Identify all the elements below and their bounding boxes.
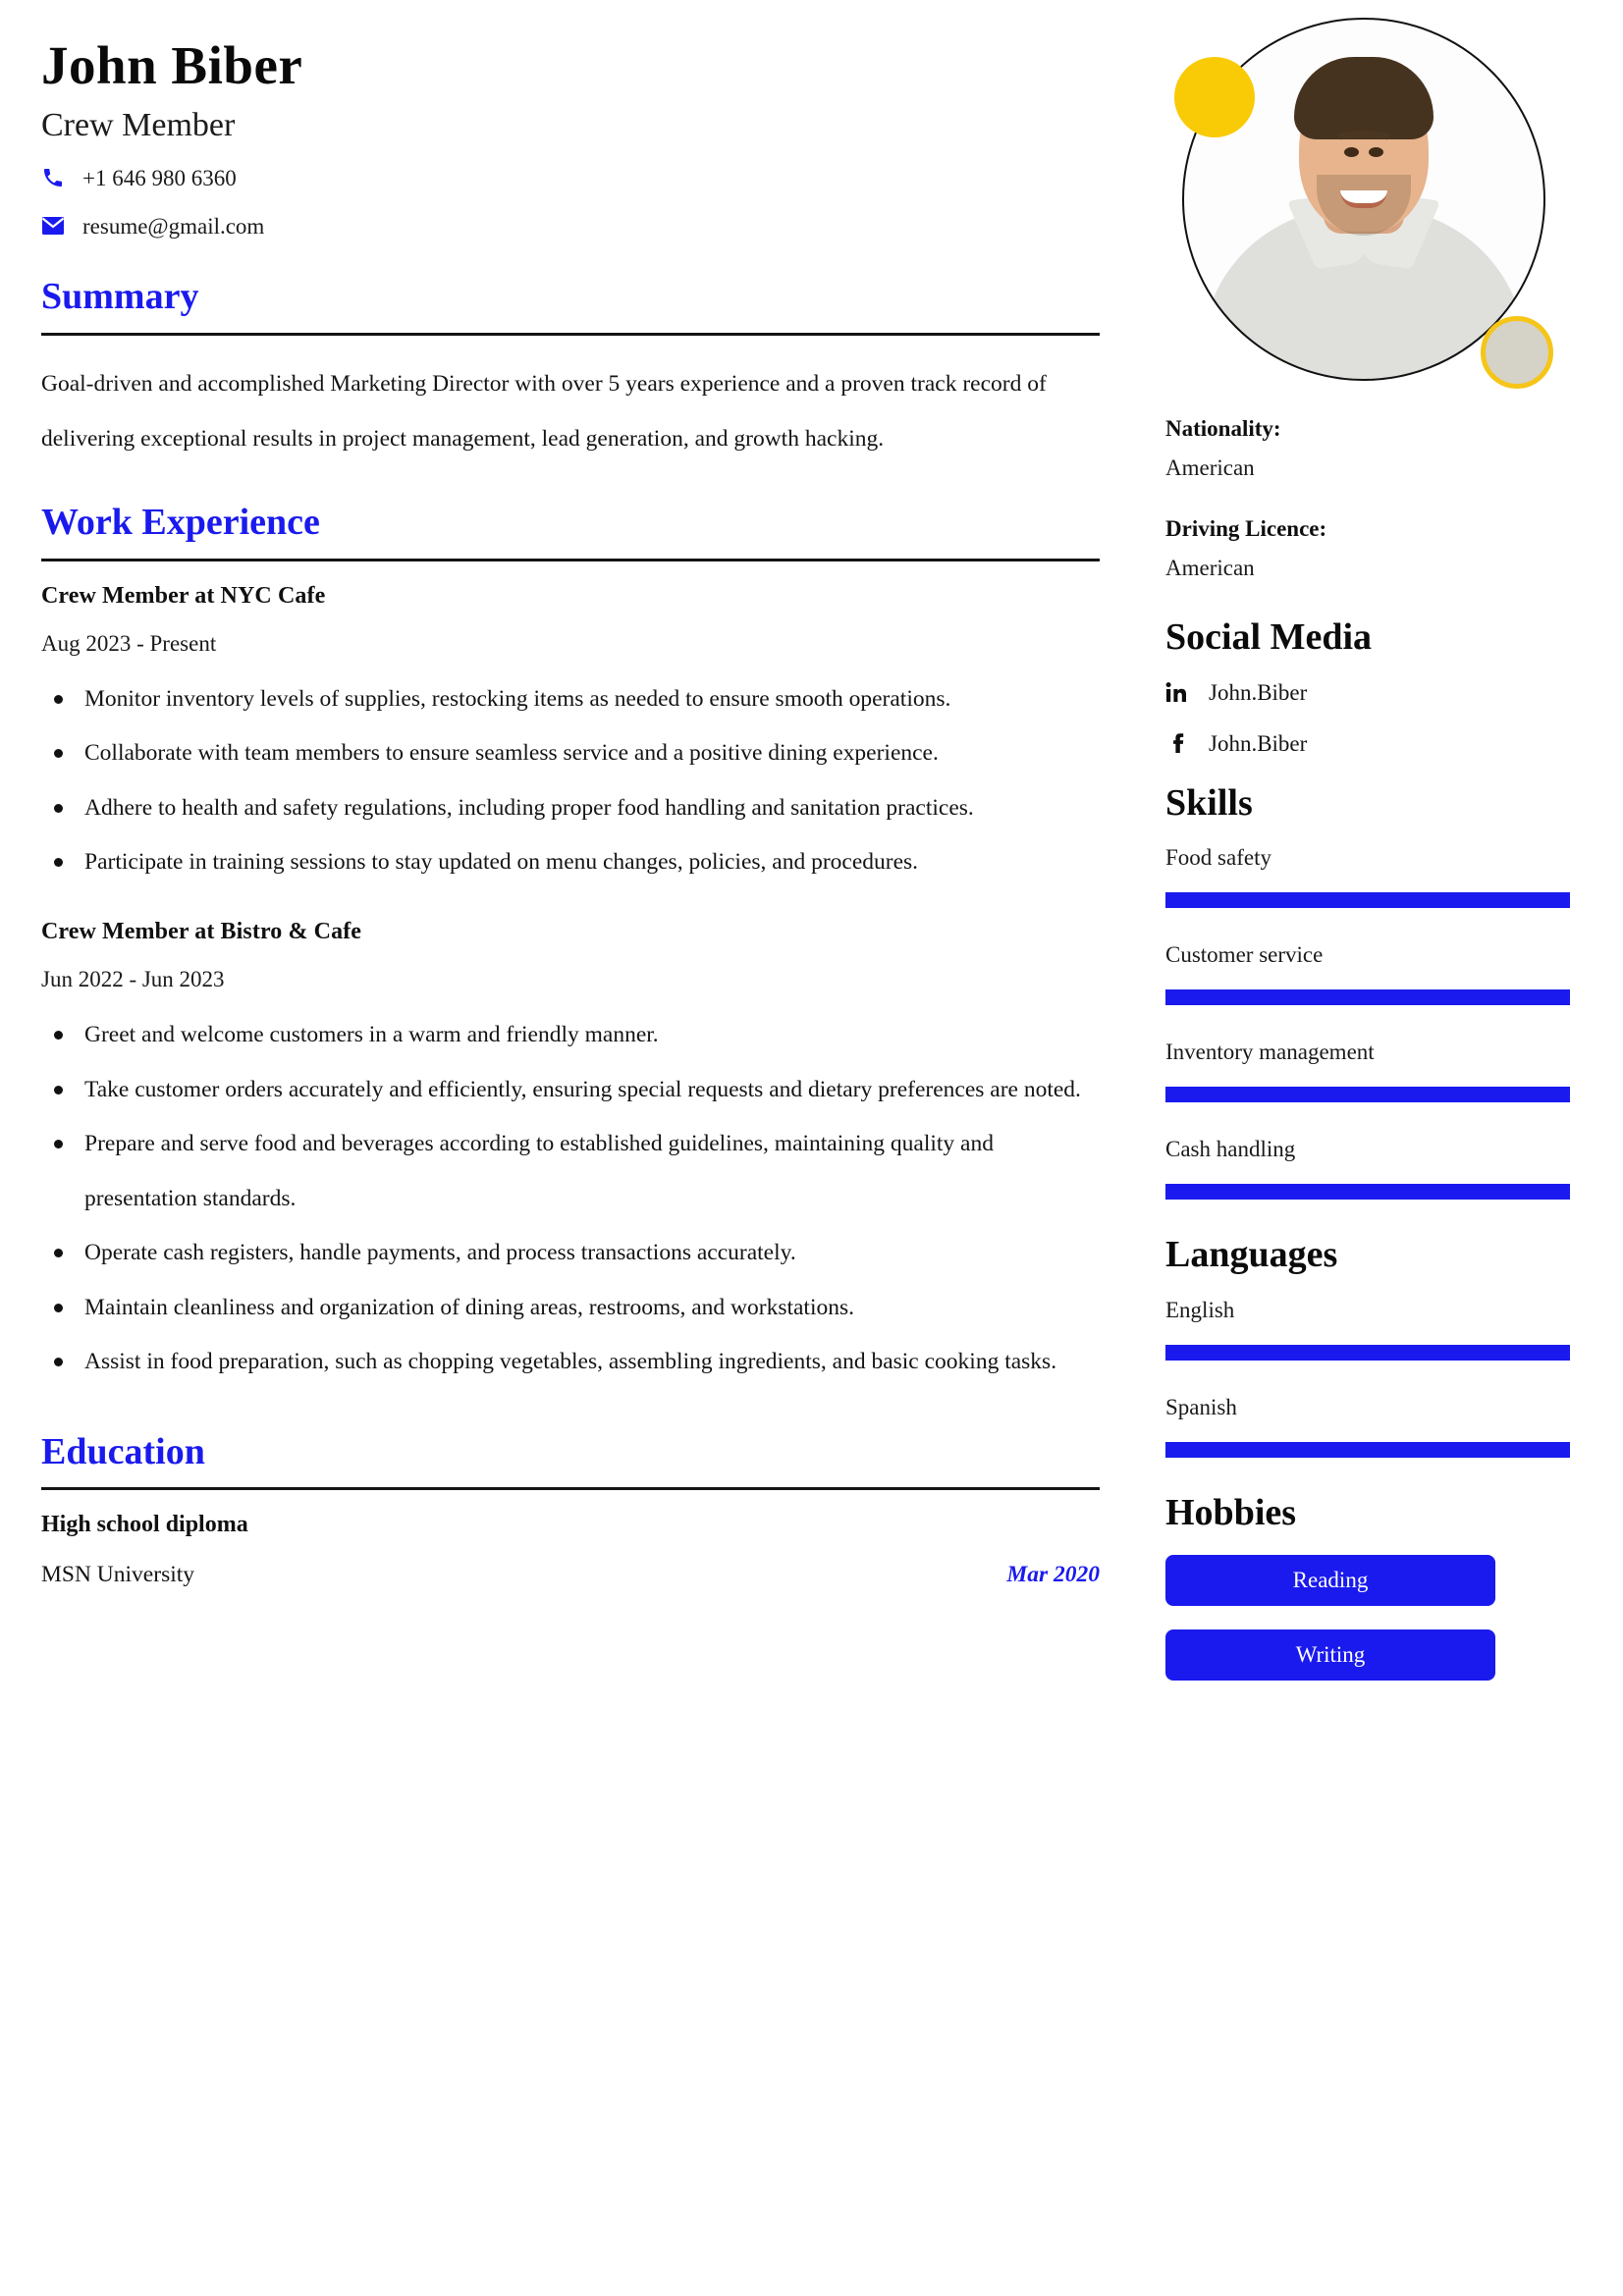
section-social-media: Social Media John.Biber John.Biber xyxy=(1165,616,1574,757)
list-item: Assist in food preparation, such as chop… xyxy=(41,1335,1100,1389)
contact-phone[interactable]: +1 646 980 6360 xyxy=(41,163,1100,192)
language-meter-fill xyxy=(1165,1344,1570,1361)
education-school: MSN University xyxy=(41,1562,195,1588)
language-meter xyxy=(1165,1441,1570,1458)
education-heading: Education xyxy=(41,1430,205,1472)
section-skills: Skills Food safety Customer service Inve… xyxy=(1165,782,1574,1201)
linkedin-handle: John.Biber xyxy=(1209,679,1308,705)
yellow-circle-decoration xyxy=(1174,57,1255,137)
list-item: Adhere to health and safety regulations,… xyxy=(41,781,1100,835)
job-dates-0: Aug 2023 - Present xyxy=(41,630,217,656)
language-meter xyxy=(1165,1344,1570,1361)
contact-email[interactable]: resume@gmail.com xyxy=(41,211,1100,240)
language-meter-fill xyxy=(1165,1441,1570,1458)
language-label: Spanish xyxy=(1165,1394,1237,1419)
skill-meter-fill xyxy=(1165,989,1570,1006)
section-languages: Languages English Spanish xyxy=(1165,1234,1574,1458)
phone-text: +1 646 980 6360 xyxy=(82,165,237,190)
driving-licence-block: Driving Licence: American xyxy=(1165,516,1574,581)
work-experience-heading: Work Experience xyxy=(41,501,320,543)
skill-label: Cash handling xyxy=(1165,1137,1296,1162)
hobby-chip-reading[interactable]: Reading xyxy=(1165,1555,1495,1607)
skill-meter xyxy=(1165,1087,1570,1103)
languages-heading: Languages xyxy=(1165,1234,1338,1276)
skill-meter xyxy=(1165,989,1570,1006)
job-bullets-1: Greet and welcome customers in a warm an… xyxy=(41,1008,1100,1389)
summary-text: Goal-driven and accomplished Marketing D… xyxy=(41,371,1047,452)
skill-meter xyxy=(1165,892,1570,909)
education-row: MSN University Mar 2020 xyxy=(41,1562,1100,1588)
skill-meter-fill xyxy=(1165,892,1570,909)
driving-licence-label: Driving Licence: xyxy=(1165,516,1327,541)
job-bullets-0: Monitor inventory levels of supplies, re… xyxy=(41,672,1100,890)
list-item: Collaborate with team members to ensure … xyxy=(41,726,1100,780)
grey-circle-decoration xyxy=(1481,316,1553,389)
skill-item: Cash handling xyxy=(1165,1137,1574,1201)
facebook-icon xyxy=(1165,732,1195,756)
list-item: Monitor inventory levels of supplies, re… xyxy=(41,672,1100,726)
list-item: Participate in training sessions to stay… xyxy=(41,835,1100,889)
envelope-icon xyxy=(41,216,75,236)
social-item-linkedin[interactable]: John.Biber xyxy=(1165,680,1574,706)
nationality-value: American xyxy=(1165,455,1255,480)
nationality-block: Nationality: American xyxy=(1165,416,1574,481)
sidebar-column: Nationality: American Driving Licence: A… xyxy=(1144,0,1623,2296)
skills-heading: Skills xyxy=(1165,781,1253,824)
list-item: Maintain cleanliness and organization of… xyxy=(41,1281,1100,1335)
skill-meter-fill xyxy=(1165,1087,1570,1103)
email-text: resume@gmail.com xyxy=(82,213,265,239)
job-entry: Crew Member at NYC Cafe Aug 2023 - Prese… xyxy=(41,583,1100,890)
section-education: Education High school diploma MSN Univer… xyxy=(41,1431,1100,1589)
job-entry: Crew Member at Bistro & Cafe Jun 2022 - … xyxy=(41,919,1100,1389)
skill-label: Food safety xyxy=(1165,845,1271,871)
skill-item: Food safety xyxy=(1165,845,1574,909)
language-item: English xyxy=(1165,1298,1574,1361)
hobbies-heading: Hobbies xyxy=(1165,1491,1297,1533)
section-hobbies: Hobbies Reading Writing xyxy=(1165,1492,1574,1682)
section-summary: Summary Goal-driven and accomplished Mar… xyxy=(41,276,1100,466)
section-work-experience: Work Experience Crew Member at NYC Cafe … xyxy=(41,502,1100,1390)
skill-item: Inventory management xyxy=(1165,1040,1574,1103)
list-item: Operate cash registers, handle payments,… xyxy=(41,1226,1100,1280)
avatar xyxy=(1174,18,1575,410)
summary-heading: Summary xyxy=(41,276,199,318)
social-item-facebook[interactable]: John.Biber xyxy=(1165,731,1574,757)
summary-divider xyxy=(41,333,1100,337)
list-item: Take customer orders accurately and effi… xyxy=(41,1063,1100,1117)
skill-meter-fill xyxy=(1165,1184,1570,1201)
education-date: Mar 2020 xyxy=(1006,1562,1100,1588)
facebook-handle: John.Biber xyxy=(1209,730,1308,756)
language-label: English xyxy=(1165,1297,1235,1322)
main-column: John Biber Crew Member +1 646 980 6360 r… xyxy=(0,0,1144,2296)
job-title-1: Crew Member at Bistro & Cafe xyxy=(41,919,362,945)
hobby-chip-writing[interactable]: Writing xyxy=(1165,1629,1495,1682)
driving-licence-value: American xyxy=(1165,556,1255,580)
list-item: Greet and welcome customers in a warm an… xyxy=(41,1008,1100,1062)
skill-label: Inventory management xyxy=(1165,1040,1375,1065)
page-title: John Biber xyxy=(41,35,303,95)
resume-page: John Biber Crew Member +1 646 980 6360 r… xyxy=(0,0,1623,2296)
job-title: Crew Member xyxy=(41,106,236,143)
social-media-heading: Social Media xyxy=(1165,616,1373,658)
education-divider xyxy=(41,1487,1100,1491)
job-dates-1: Jun 2022 - Jun 2023 xyxy=(41,967,225,992)
skill-label: Customer service xyxy=(1165,942,1324,968)
phone-icon xyxy=(41,166,75,189)
language-item: Spanish xyxy=(1165,1395,1574,1458)
skill-meter xyxy=(1165,1184,1570,1201)
job-title-0: Crew Member at NYC Cafe xyxy=(41,582,326,609)
work-experience-divider xyxy=(41,558,1100,561)
list-item: Prepare and serve food and beverages acc… xyxy=(41,1117,1100,1226)
education-degree: High school diploma xyxy=(41,1512,248,1538)
nationality-label: Nationality: xyxy=(1165,416,1281,441)
linkedin-icon xyxy=(1165,681,1195,705)
skill-item: Customer service xyxy=(1165,942,1574,1006)
